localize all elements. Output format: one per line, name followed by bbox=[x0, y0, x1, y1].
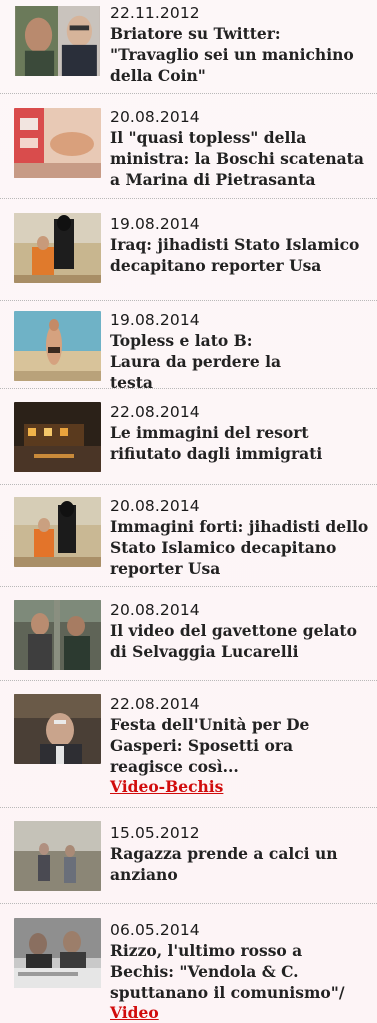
item-date: 20.08.2014 bbox=[110, 108, 200, 126]
thumbnail-image[interactable] bbox=[14, 213, 101, 283]
news-list: 22.11.2012 Briatore su Twitter: "Travagl… bbox=[0, 0, 377, 1023]
item-date: 22.08.2014 bbox=[110, 403, 200, 421]
thumbnail-image[interactable] bbox=[14, 497, 101, 567]
thumbnail-image[interactable] bbox=[14, 918, 101, 988]
list-item[interactable]: 19.08.2014 Iraq: jihadisti Stato Islamic… bbox=[0, 199, 377, 301]
video-link[interactable]: Video bbox=[110, 1003, 371, 1023]
list-item[interactable]: 20.08.2014 Il "quasi topless" della mini… bbox=[0, 94, 377, 199]
item-title[interactable]: Immagini forti: jihadisti dello Stato Is… bbox=[110, 516, 371, 579]
item-title[interactable]: Il video del gavettone gelato di Selvagg… bbox=[110, 620, 371, 662]
item-title[interactable]: Il "quasi topless" della ministra: la Bo… bbox=[110, 127, 371, 190]
item-title[interactable]: Ragazza prende a calci un anziano bbox=[110, 843, 371, 885]
thumbnail-image[interactable] bbox=[14, 694, 101, 764]
thumbnail-image[interactable] bbox=[14, 311, 101, 381]
list-item[interactable]: 22.11.2012 Briatore su Twitter: "Travagl… bbox=[0, 0, 377, 94]
item-date: 20.08.2014 bbox=[110, 497, 200, 515]
item-title[interactable]: Festa dell'Unità per De Gasperi: Sposett… bbox=[110, 714, 371, 777]
item-title[interactable]: Iraq: jihadisti Stato Islamico decapitan… bbox=[110, 234, 371, 276]
item-date: 20.08.2014 bbox=[110, 601, 200, 619]
item-title[interactable]: Le immagini del resort rifiutato dagli i… bbox=[110, 422, 371, 464]
item-title[interactable]: Topless e lato B: Laura da perdere la te… bbox=[110, 330, 300, 393]
thumbnail-image[interactable] bbox=[14, 600, 101, 670]
list-item[interactable]: 20.08.2014 Immagini forti: jihadisti del… bbox=[0, 485, 377, 587]
item-date: 06.05.2014 bbox=[110, 921, 200, 939]
thumbnail-image[interactable] bbox=[14, 6, 101, 78]
item-date: 22.08.2014 bbox=[110, 695, 200, 713]
list-item[interactable]: 20.08.2014 Il video del gavettone gelato… bbox=[0, 587, 377, 681]
list-item[interactable]: 22.08.2014 Le immagini del resort rifiut… bbox=[0, 389, 377, 485]
list-item[interactable]: 22.08.2014 Festa dell'Unità per De Gaspe… bbox=[0, 681, 377, 808]
video-link[interactable]: Video-Bechis bbox=[110, 777, 371, 797]
list-item[interactable]: 06.05.2014 Rizzo, l'ultimo rosso a Bechi… bbox=[0, 904, 377, 1023]
thumbnail-image[interactable] bbox=[14, 108, 101, 178]
list-item[interactable]: 19.08.2014 Topless e lato B: Laura da pe… bbox=[0, 301, 377, 392]
item-title[interactable]: Rizzo, l'ultimo rosso a Bechis: "Vendola… bbox=[110, 940, 371, 1003]
item-date: 15.05.2012 bbox=[110, 824, 200, 842]
item-date: 19.08.2014 bbox=[110, 215, 200, 233]
item-title[interactable]: Briatore su Twitter: "Travaglio sei un m… bbox=[110, 23, 371, 86]
item-date: 19.08.2014 bbox=[110, 311, 200, 329]
thumbnail-image[interactable] bbox=[14, 821, 101, 891]
list-item[interactable]: 15.05.2012 Ragazza prende a calci un anz… bbox=[0, 808, 377, 904]
item-date: 22.11.2012 bbox=[110, 4, 200, 22]
thumbnail-image[interactable] bbox=[14, 402, 101, 472]
